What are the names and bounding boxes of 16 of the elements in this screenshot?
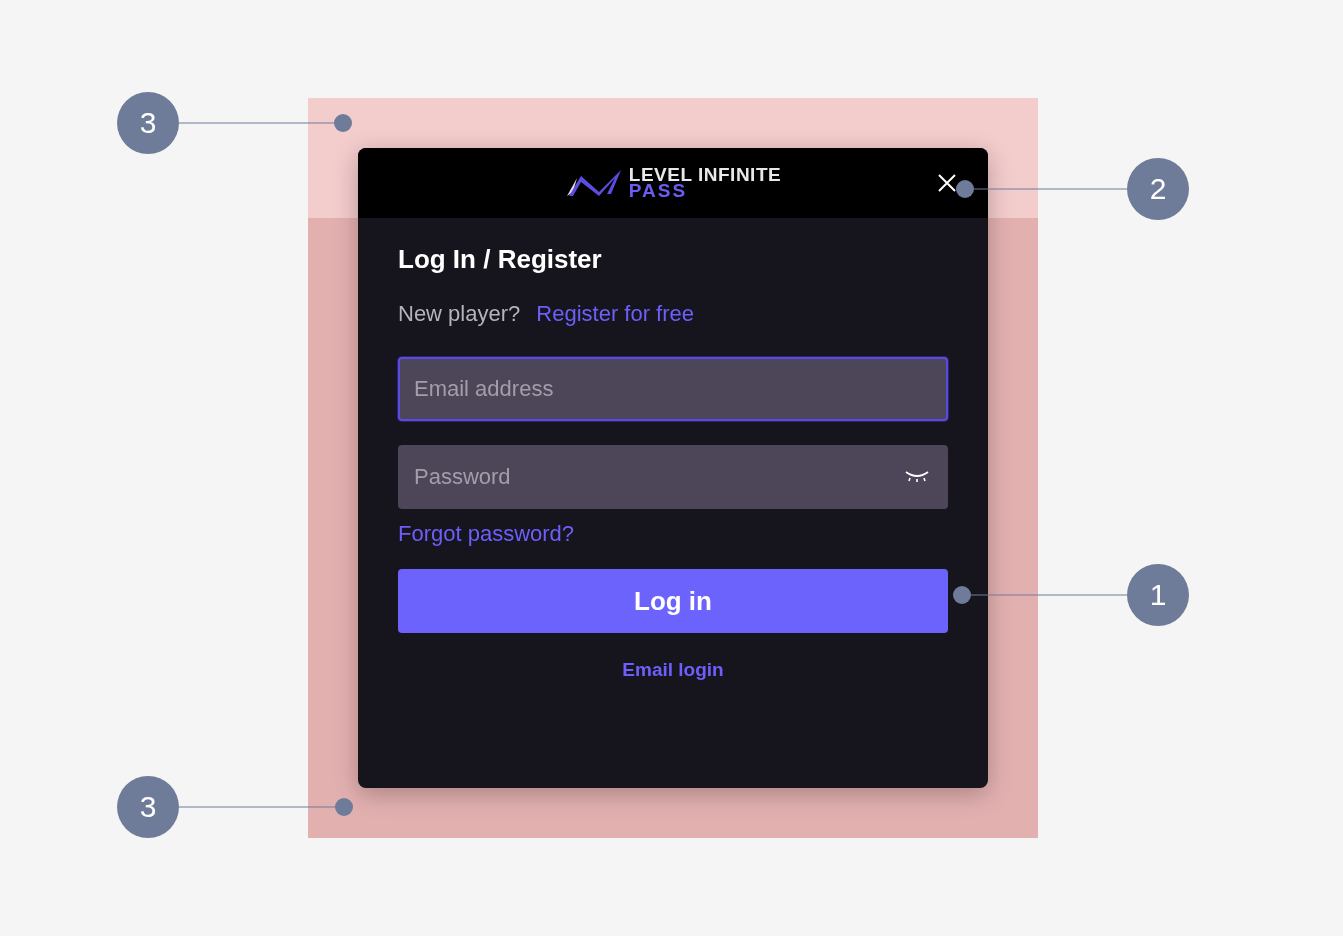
prompt-text: New player? — [398, 301, 521, 327]
register-link[interactable]: Register for free — [536, 301, 694, 327]
email-field[interactable]: Email address — [398, 357, 948, 421]
close-button[interactable] — [936, 172, 958, 194]
closed-eye-icon[interactable] — [904, 470, 930, 484]
dialog-title: Log In / Register — [398, 244, 603, 275]
forgot-password-link[interactable]: Forgot password? — [398, 521, 575, 547]
login-button[interactable]: Log in — [398, 569, 948, 633]
annotation-number: 3 — [117, 92, 179, 154]
email-login-link[interactable]: Email login — [622, 659, 724, 681]
annotation-number: 1 — [1127, 564, 1189, 626]
password-field[interactable]: Password — [398, 445, 948, 509]
annotation-number: 2 — [1127, 158, 1189, 220]
logo-text: LEVEL INFINITE — [628, 166, 782, 183]
annotation-number: 3 — [117, 776, 179, 838]
logo-subtext: PASS — [628, 183, 688, 200]
